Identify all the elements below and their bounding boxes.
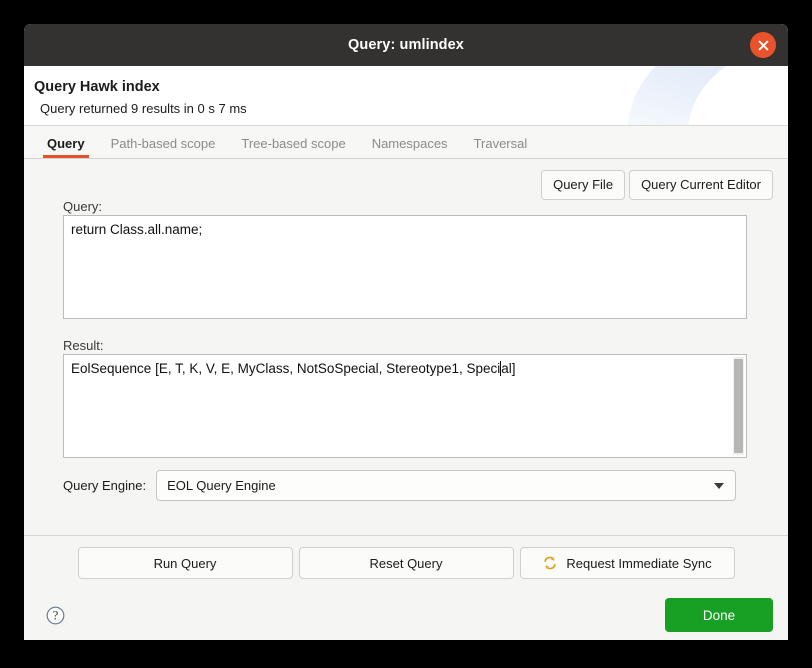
decorative-arc-inner	[688, 66, 788, 125]
decorative-arc	[628, 66, 788, 125]
result-input[interactable]: EolSequence [E, T, K, V, E, MyClass, Not…	[63, 354, 747, 458]
query-label: Query:	[63, 199, 103, 214]
window-title: Query: umlindex	[348, 37, 464, 53]
title-bar: Query: umlindex	[24, 24, 788, 66]
query-input[interactable]: return Class.all.name;	[63, 215, 747, 319]
header-banner: Query Hawk index Query returned 9 result…	[24, 66, 788, 126]
result-label: Result:	[63, 338, 104, 353]
query-panel: Query File Query Current Editor Query: r…	[24, 159, 788, 535]
status-text: Query returned 9 results in 0 s 7 ms	[40, 101, 247, 116]
tab-traversal[interactable]: Traversal	[461, 137, 541, 158]
close-glyph	[758, 40, 768, 50]
tab-tree-based-scope[interactable]: Tree-based scope	[228, 137, 358, 158]
result-scrollbar[interactable]	[733, 357, 744, 455]
query-toolbar: Query File Query Current Editor	[541, 170, 773, 200]
sync-icon	[544, 556, 557, 570]
run-query-button[interactable]: Run Query	[77, 547, 293, 579]
dialog-footer: ? Done	[24, 590, 788, 640]
query-file-button[interactable]: Query File	[541, 170, 626, 200]
tab-query[interactable]: Query	[34, 137, 98, 158]
help-circle-icon[interactable]: ?	[46, 606, 65, 625]
query-engine-select[interactable]: EOL Query Engine	[156, 470, 737, 501]
query-current-editor-button[interactable]: Query Current Editor	[629, 170, 773, 200]
tab-bar: Query Path-based scope Tree-based scope …	[24, 126, 788, 159]
tab-path-based-scope[interactable]: Path-based scope	[98, 137, 229, 158]
request-immediate-sync-button[interactable]: Request Immediate Sync	[519, 547, 735, 579]
action-bar: Run Query Reset Query Request Immediate …	[24, 535, 788, 590]
page-title: Query Hawk index	[34, 79, 160, 95]
close-icon[interactable]	[750, 32, 776, 58]
dialog-window: Query: umlindex Query Hawk index Query r…	[24, 24, 788, 640]
done-button[interactable]: Done	[665, 598, 773, 632]
svg-text:?: ?	[53, 608, 59, 622]
result-value-after-caret: al]	[501, 361, 516, 376]
query-engine-row: Query Engine: EOL Query Engine	[39, 470, 737, 501]
query-engine-label: Query Engine:	[63, 478, 147, 493]
request-immediate-sync-label: Request Immediate Sync	[566, 555, 712, 571]
result-scrollbar-thumb[interactable]	[734, 359, 743, 453]
query-engine-value: EOL Query Engine	[167, 478, 276, 493]
tab-namespaces[interactable]: Namespaces	[359, 137, 461, 158]
reset-query-button[interactable]: Reset Query	[298, 547, 514, 579]
query-input-value: return Class.all.name;	[71, 222, 203, 237]
chevron-down-icon	[714, 482, 725, 489]
result-value-before-caret: EolSequence [E, T, K, V, E, MyClass, Not…	[71, 361, 501, 376]
